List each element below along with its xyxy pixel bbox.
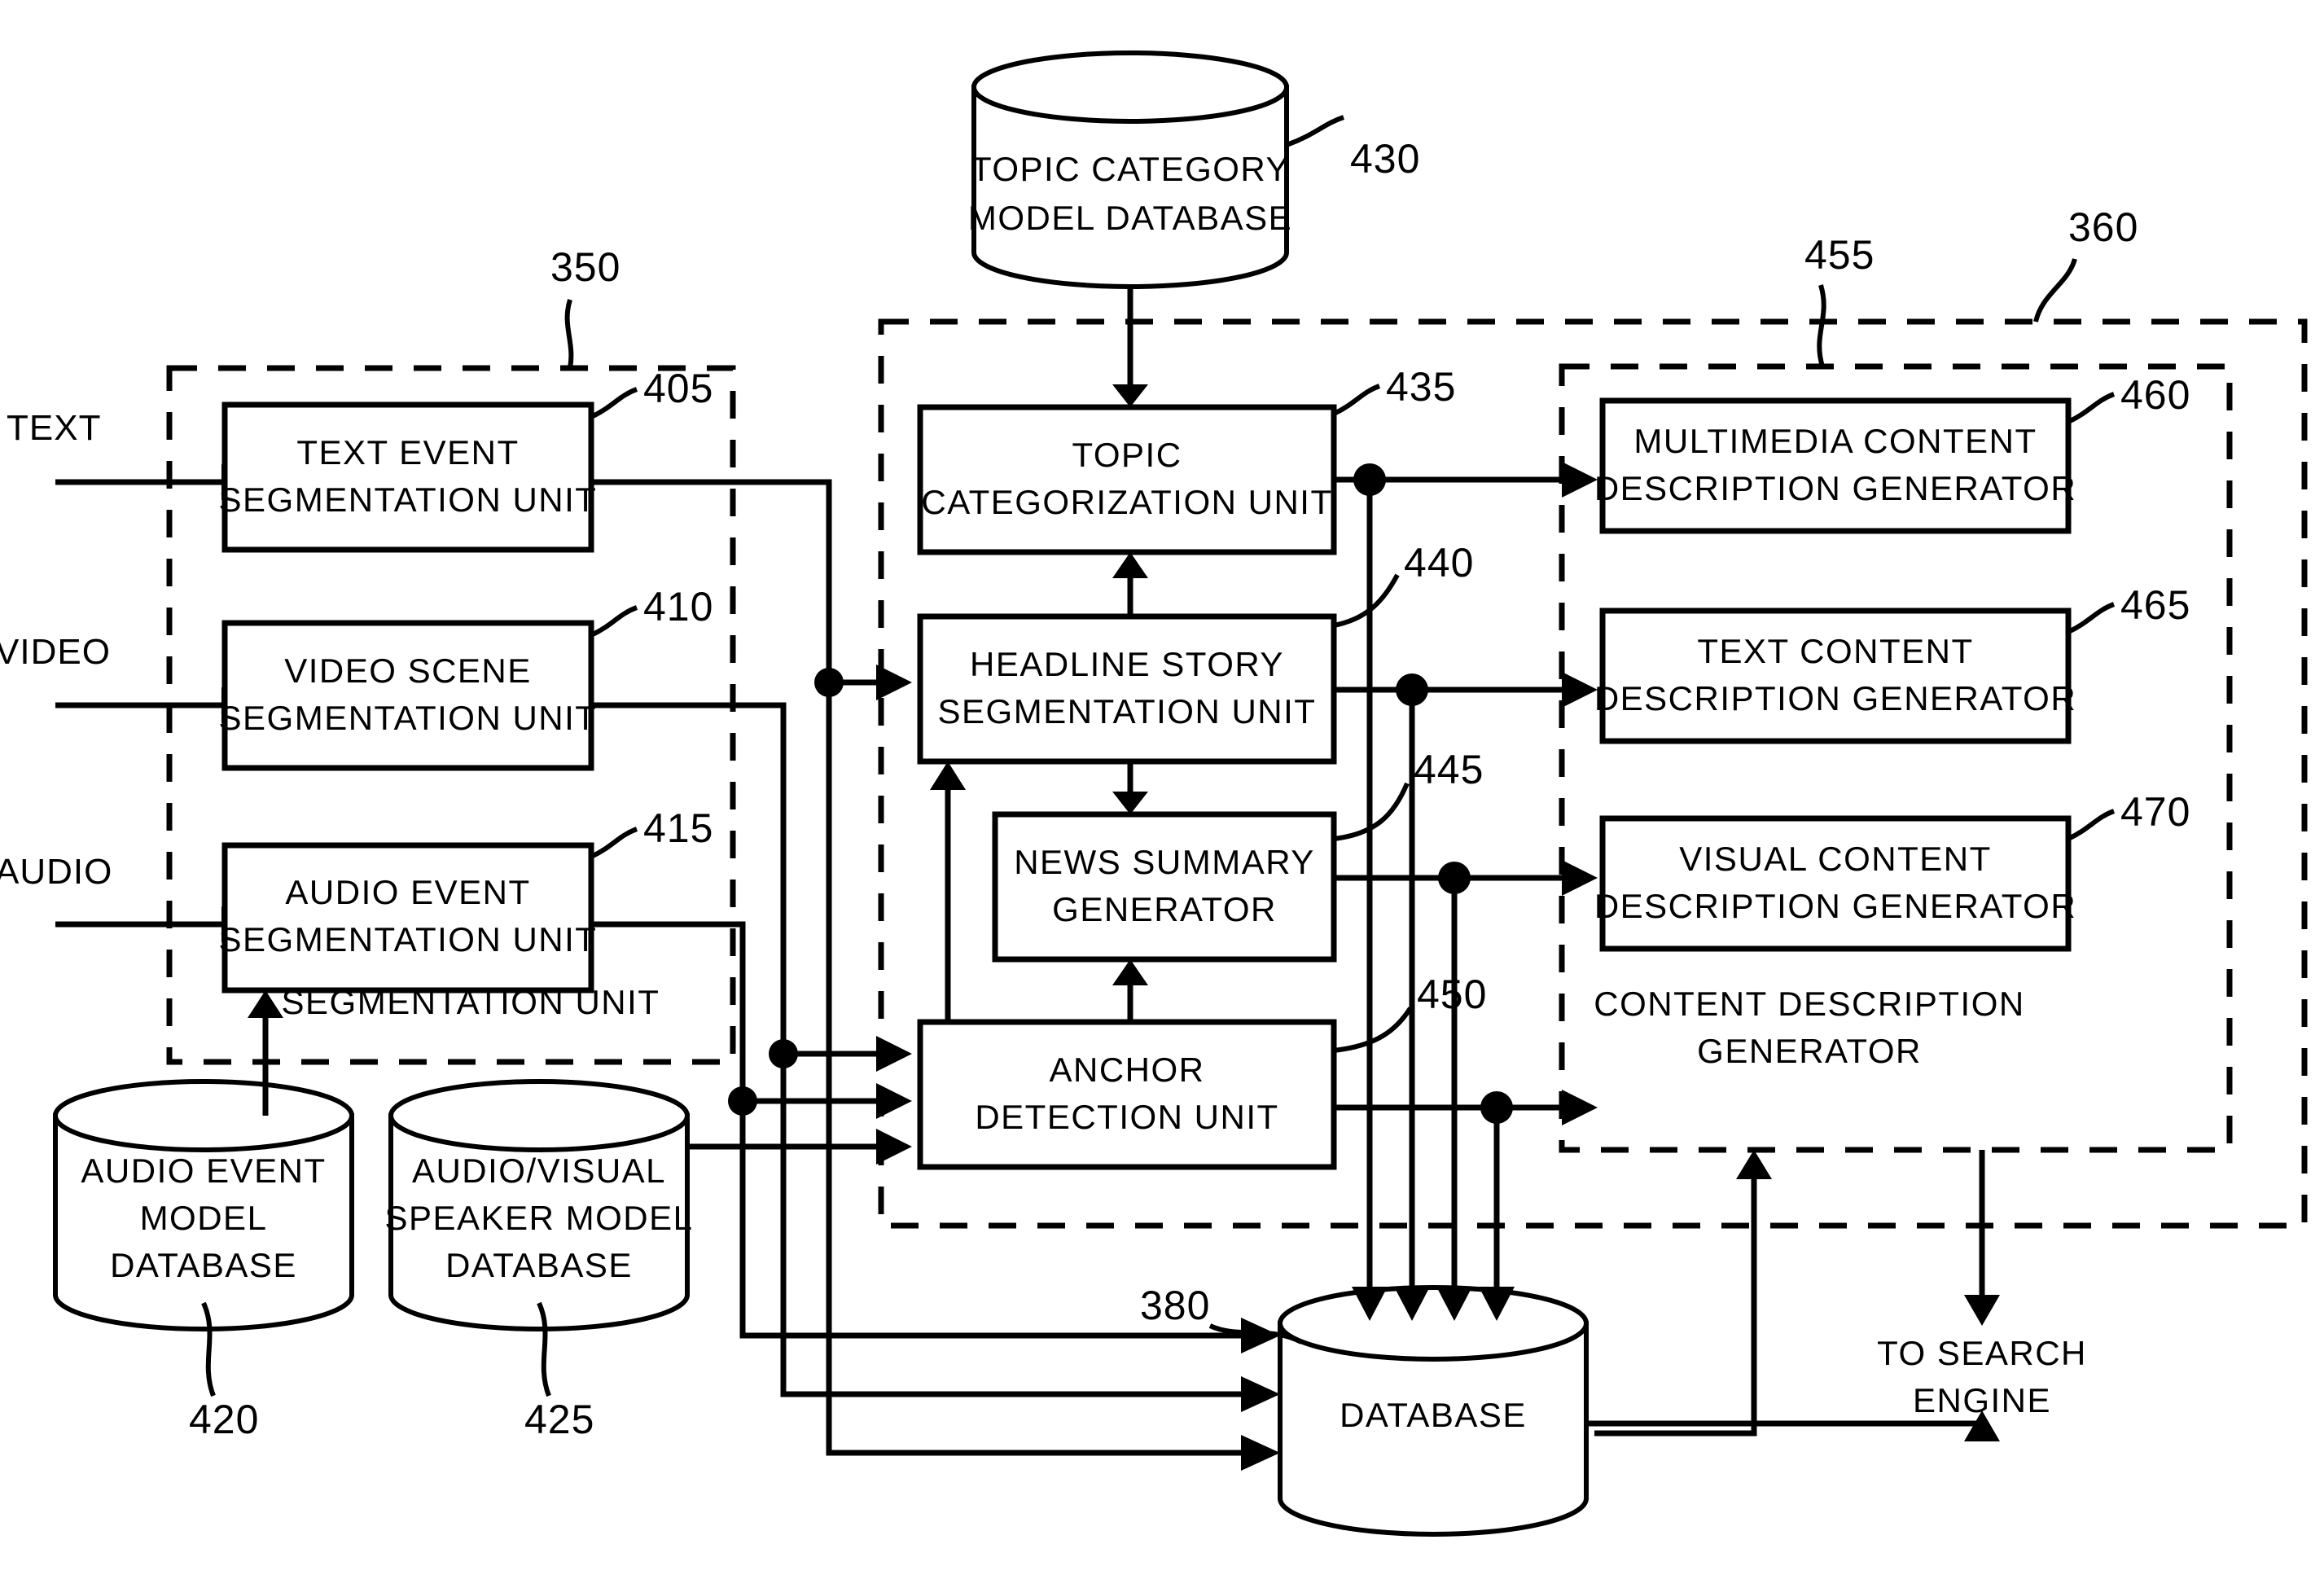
cylinder-420-label-line3: DATABASE [110, 1246, 297, 1284]
block-445-news-summary-generator[interactable] [992, 811, 1337, 963]
ref-numeral-465: 465 [2120, 582, 2190, 628]
block-460-label-line2: DESCRIPTION GENERATOR [1594, 469, 2076, 507]
arrowhead-410-to-450 [876, 1036, 912, 1072]
block-410-label-line1: VIDEO SCENE [284, 651, 532, 690]
block-450-anchor-detection-unit[interactable] [917, 1019, 1337, 1170]
arrowhead-445-to-470 [1562, 860, 1598, 896]
arrowhead-440-to-465 [1562, 672, 1598, 708]
block-415-label-line2: SEGMENTATION UNIT [219, 920, 598, 959]
block-440-headline-story-segmentation-unit[interactable] [917, 613, 1337, 765]
ref-numeral-470: 470 [2120, 789, 2190, 835]
cylinder-430-label-line2: MODEL DATABASE [968, 199, 1292, 237]
arrowhead-450-to-cdg [1562, 1090, 1598, 1125]
block-470-label-line1: VISUAL CONTENT [1679, 840, 1992, 878]
block-465-label-line2: DESCRIPTION GENERATOR [1594, 679, 2076, 717]
cylinder-380-label: DATABASE [1340, 1396, 1527, 1434]
input-label-text: TEXT [7, 408, 101, 448]
block-460-multimedia-content-description-generator[interactable] [1599, 397, 2072, 534]
block-415-label-line1: AUDIO EVENT [285, 873, 530, 911]
cylinder-420-label-line1: AUDIO EVENT [81, 1152, 326, 1190]
arrowhead-430-to-435 [1112, 384, 1148, 407]
input-label-audio: AUDIO [0, 852, 112, 892]
arrowhead-440-to-435 [1112, 552, 1148, 578]
block-470-visual-content-description-generator[interactable] [1599, 815, 2072, 952]
arrowhead-410-to-database [1241, 1376, 1280, 1412]
block-405-label-line1: TEXT EVENT [296, 433, 519, 472]
ref-numeral-450: 450 [1417, 972, 1487, 1017]
block-440-label-line1: HEADLINE STORY [970, 645, 1284, 683]
ref-numeral-405: 405 [643, 366, 713, 411]
block-415-audio-event-segmentation-unit[interactable] [221, 842, 594, 994]
block-470-label-line2: DESCRIPTION GENERATOR [1594, 887, 2076, 925]
arrowhead-cdg-to-search-engine [1964, 1295, 2000, 1326]
block-435-label-line1: TOPIC [1072, 436, 1182, 474]
figure-canvas: TEXT VIDEO AUDIO TEXT EVENT SEGMENTATION… [0, 0, 2324, 1588]
block-410-label-line2: SEGMENTATION UNIT [219, 699, 598, 737]
block-445-label-line1: NEWS SUMMARY [1014, 843, 1315, 881]
cylinder-430-label-line1: TOPIC CATEGORY [971, 150, 1290, 188]
arrowhead-405-to-440 [876, 665, 912, 700]
group-label-segmentation-unit: SEGMENTATION UNIT [282, 983, 660, 1021]
cylinder-420-label-line2: MODEL [140, 1199, 268, 1237]
cylinder-425-label-line1: AUDIO/VISUAL [412, 1152, 666, 1190]
ref-numeral-380: 380 [1140, 1283, 1210, 1328]
arrowhead-420-to-415 [248, 990, 283, 1018]
block-450-label-line1: ANCHOR [1049, 1051, 1204, 1089]
arrowhead-415-to-450 [876, 1083, 912, 1119]
arrowhead-450-to-445 [1112, 959, 1148, 985]
block-440-label-line2: SEGMENTATION UNIT [938, 692, 1317, 730]
output-label-line1: TO SEARCH [1877, 1334, 2087, 1372]
ref-numeral-425: 425 [524, 1397, 594, 1442]
arrowhead-435-to-460 [1562, 462, 1598, 498]
input-label-video: VIDEO [0, 632, 111, 672]
block-435-label-line2: CATEGORIZATION UNIT [921, 483, 1332, 521]
ref-numeral-350: 350 [550, 244, 620, 290]
output-label-line2: ENGINE [1913, 1381, 2051, 1419]
ref-numeral-440: 440 [1404, 540, 1474, 586]
block-405-text-event-segmentation-unit[interactable] [221, 401, 594, 553]
group-label-content-description-generator-line2: GENERATOR [1697, 1032, 1922, 1070]
ref-numeral-410: 410 [643, 584, 713, 629]
arrowhead-425-to-450 [876, 1129, 912, 1165]
ref-numeral-360: 360 [2068, 204, 2138, 250]
cylinder-425-label-line2: SPEAKER MODEL [385, 1199, 694, 1237]
block-410-video-scene-segmentation-unit[interactable] [221, 620, 594, 771]
block-405-label-line2: SEGMENTATION UNIT [219, 480, 598, 519]
block-465-label-line1: TEXT CONTENT [1697, 632, 1973, 670]
block-460-label-line1: MULTIMEDIA CONTENT [1633, 422, 2037, 460]
arrowhead-440-to-445 [1112, 792, 1148, 814]
arrowhead-450-to-440 [930, 761, 966, 790]
block-435-topic-categorization-unit[interactable] [917, 404, 1337, 555]
ref-numeral-430: 430 [1350, 136, 1420, 182]
arrowhead-database-to-cdg [1736, 1150, 1772, 1179]
patent-diagram-svg: TEXT VIDEO AUDIO TEXT EVENT SEGMENTATION… [0, 50, 2308, 1537]
arrowhead-405-to-database [1241, 1435, 1280, 1471]
block-450-label-line2: DETECTION UNIT [975, 1098, 1278, 1136]
block-445-label-line2: GENERATOR [1052, 890, 1277, 928]
ref-numeral-445: 445 [1414, 747, 1484, 792]
ref-numeral-455: 455 [1804, 232, 1875, 278]
ref-numeral-415: 415 [643, 805, 713, 851]
ref-numeral-460: 460 [2120, 372, 2190, 418]
group-label-content-description-generator-line1: CONTENT DESCRIPTION [1594, 985, 2024, 1023]
block-465-text-content-description-generator[interactable] [1599, 608, 2072, 744]
ref-numeral-420: 420 [189, 1397, 259, 1442]
ref-numeral-435: 435 [1386, 364, 1456, 410]
cylinder-425-label-line3: DATABASE [445, 1246, 633, 1284]
